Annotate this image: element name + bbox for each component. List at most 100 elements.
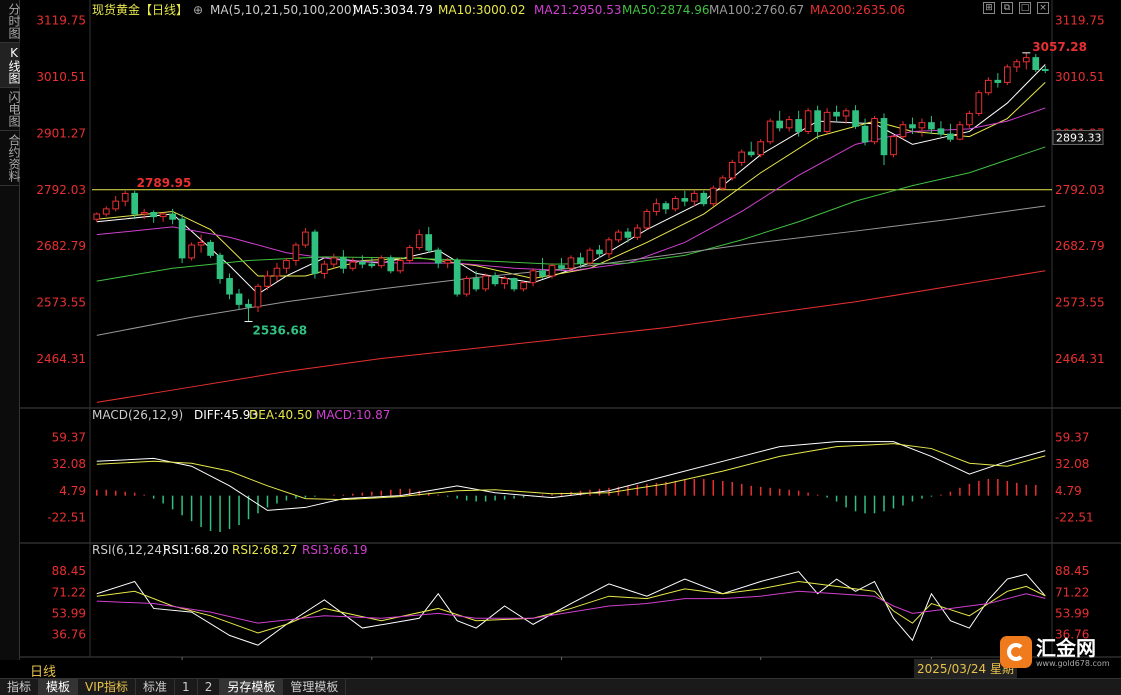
candle-body <box>453 259 461 295</box>
candle-body <box>482 275 489 290</box>
candle-body <box>766 120 774 143</box>
candle-body <box>387 257 395 272</box>
macd-label: MACD(26,12,9) <box>92 408 183 422</box>
candle-body <box>605 239 613 255</box>
candle-body <box>814 110 821 132</box>
candle-body <box>539 270 546 277</box>
price-y-tick-left: 3010.51 <box>36 70 86 84</box>
candle-body <box>928 122 935 130</box>
site-logo: 汇金网 www.gold678.com <box>1000 636 1110 668</box>
price-y-tick-right: 3010.51 <box>1055 70 1105 84</box>
rsi3-value: RSI3:66.19 <box>302 543 368 557</box>
candle-body <box>273 267 281 277</box>
macd-dea-value: DEA:40.50 <box>249 408 312 422</box>
rsi2-value: RSI2:68.27 <box>232 543 298 557</box>
candle-body <box>719 177 727 189</box>
candle-body <box>529 270 537 284</box>
candle-body <box>406 247 414 261</box>
candle-body <box>463 278 471 295</box>
candle-body <box>709 187 717 205</box>
candle-body <box>121 192 129 202</box>
macd-layer <box>95 441 1046 532</box>
candle-body <box>880 118 888 156</box>
candle-body <box>548 265 556 277</box>
macd-y-tick-right: 59.37 <box>1055 430 1089 444</box>
candle-body <box>311 231 319 274</box>
candle-body <box>1003 66 1011 83</box>
grid-icon[interactable]: ⊞ <box>983 2 995 14</box>
maximize-icon[interactable]: □ <box>1019 2 1031 14</box>
candle-body <box>700 192 708 205</box>
logo-icon <box>1000 636 1032 668</box>
tab-indicators[interactable]: 指标 <box>0 678 40 695</box>
candle-body <box>653 203 660 212</box>
candle-body <box>852 110 859 127</box>
candle-body <box>169 213 176 220</box>
macd-y-tick-right: -22.51 <box>1055 511 1094 525</box>
candle-body <box>615 231 622 241</box>
tab-kline[interactable]: K线图 <box>0 43 21 88</box>
tab-intraday[interactable]: 分时图 <box>0 0 21 43</box>
restore-icon[interactable]: ⧉ <box>1001 2 1013 14</box>
rsi2-line <box>96 580 1046 634</box>
ma21-value: MA21:2950.53 <box>534 3 622 17</box>
chart-canvas[interactable]: 3119.753119.753010.513010.512901.272901.… <box>20 0 1121 660</box>
tab-template-1[interactable]: 1 <box>175 678 198 695</box>
candle-body <box>966 112 973 126</box>
candle-body <box>330 257 338 265</box>
logo-url: www.gold678.com <box>1036 658 1110 668</box>
candle-body <box>216 254 224 280</box>
rsi-y-tick-left: 71.22 <box>52 585 86 599</box>
candle-body <box>1013 61 1021 68</box>
settings-icon[interactable]: ⊕ <box>193 3 203 17</box>
axis-layer: 3119.753119.753010.513010.512901.272901.… <box>36 14 1105 660</box>
candle-body <box>444 259 452 264</box>
candle-body <box>501 278 508 285</box>
candle-body <box>662 203 670 210</box>
candle-body <box>823 111 831 132</box>
candle-body <box>681 198 689 202</box>
grid-layer <box>20 0 1121 658</box>
candle-body <box>624 231 632 238</box>
candle-body <box>235 293 243 305</box>
candle-body <box>283 259 290 269</box>
candle-body <box>1022 57 1030 63</box>
tab-template-2[interactable]: 2 <box>198 678 221 695</box>
candle-body <box>871 118 878 143</box>
candle-body <box>804 110 812 132</box>
candle-body <box>188 244 195 259</box>
tab-vip-indicators[interactable]: VIP指标 <box>78 678 137 695</box>
candle-body <box>1032 57 1040 71</box>
candle-body <box>491 275 499 285</box>
candle-body <box>302 231 309 246</box>
candle-body <box>757 141 765 156</box>
candle-body <box>112 200 120 210</box>
rsi-y-tick-left: 88.45 <box>52 564 86 578</box>
price-y-tick-left: 2464.31 <box>36 352 86 366</box>
candle-body <box>558 265 565 269</box>
candle-body <box>415 234 423 249</box>
ma200-value: MA200:2635.06 <box>810 3 905 17</box>
candle-body <box>899 124 907 138</box>
rsi1-value: RSI1:68.20 <box>163 543 229 557</box>
price-y-tick-right: 3119.75 <box>1055 14 1105 28</box>
tab-flash[interactable]: 闪电图 <box>0 88 21 131</box>
candle-body <box>918 122 926 129</box>
close-icon[interactable]: × <box>1037 2 1049 14</box>
candle-body <box>890 136 897 156</box>
save-template-button[interactable]: 另存模板 <box>220 678 284 695</box>
candle-body <box>776 120 784 129</box>
price-y-tick-left: 2682.79 <box>36 239 86 253</box>
candle-body <box>520 282 527 290</box>
window-icons: ⊞ ⧉ □ × <box>983 2 1049 14</box>
tab-templates[interactable]: 模板 <box>39 678 79 695</box>
candle-body <box>245 303 252 308</box>
candle-body <box>985 79 992 94</box>
candle-body <box>690 192 698 202</box>
manage-templates-button[interactable]: 管理模板 <box>283 678 347 695</box>
candle-body <box>349 261 357 269</box>
tab-standard[interactable]: 标准 <box>136 678 176 695</box>
candle-body <box>634 227 641 238</box>
macd-hist-value: MACD:10.87 <box>316 408 390 422</box>
tab-contract-info[interactable]: 合约资料 <box>0 131 21 186</box>
